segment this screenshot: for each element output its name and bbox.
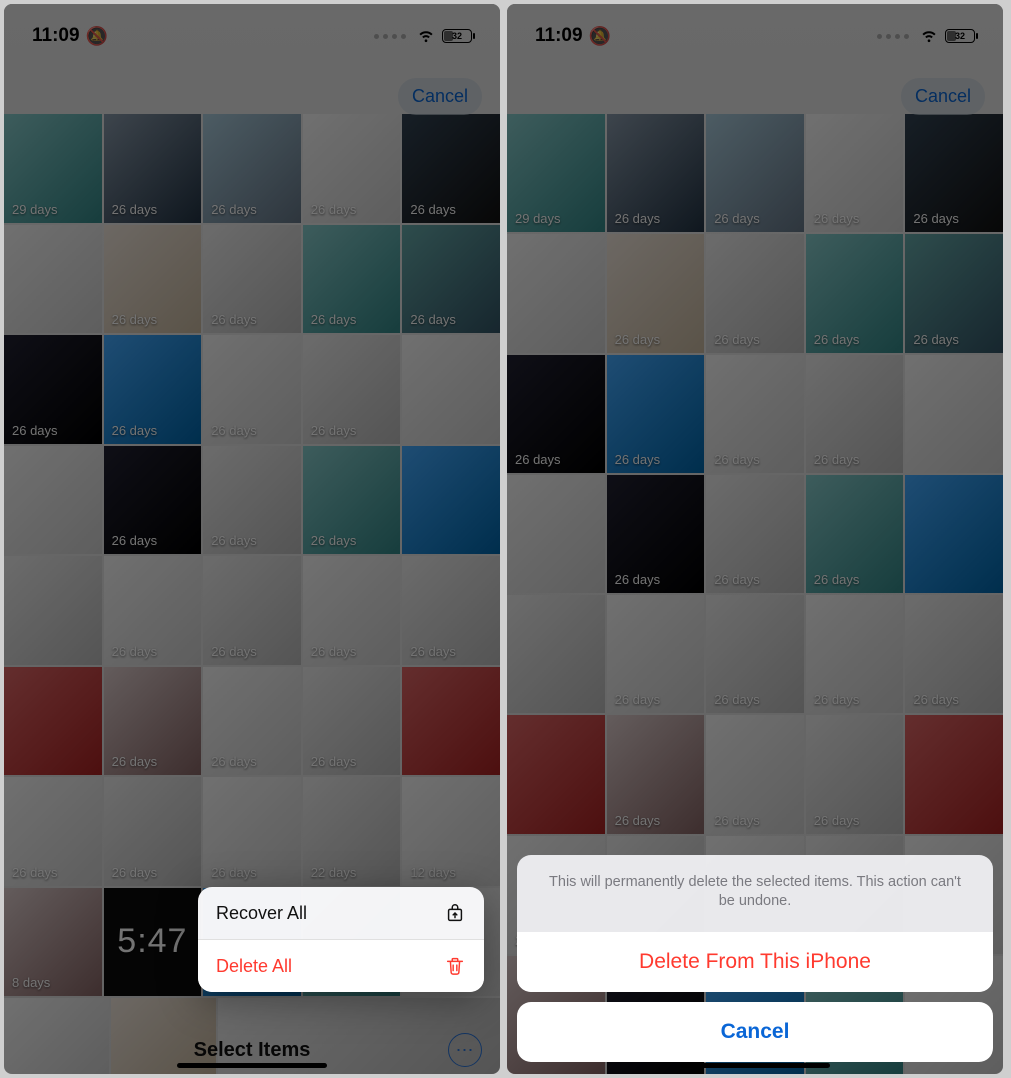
context-menu: Recover All Delete All (198, 887, 484, 992)
home-indicator[interactable] (177, 1063, 327, 1068)
phone-right: 29 days 26 days 26 days 26 days 26 days … (507, 4, 1003, 1074)
action-group: This will permanently delete the selecte… (517, 855, 993, 992)
action-sheet-cancel-button[interactable]: Cancel (517, 1002, 993, 1062)
home-indicator[interactable] (680, 1063, 830, 1068)
phone-left: 29 days 26 days 26 days 26 days 26 days … (4, 4, 500, 1074)
delete-all-item[interactable]: Delete All (198, 939, 484, 992)
action-sheet: This will permanently delete the selecte… (517, 855, 993, 1062)
screen: 29 days 26 days 26 days 26 days 26 days … (507, 4, 1003, 1074)
recover-all-item[interactable]: Recover All (198, 887, 484, 939)
menu-item-label: Recover All (216, 903, 307, 924)
recover-icon (444, 902, 466, 924)
menu-item-label: Delete All (216, 956, 292, 977)
screen: 29 days 26 days 26 days 26 days 26 days … (4, 4, 500, 1074)
trash-icon (444, 955, 466, 977)
delete-from-iphone-button[interactable]: Delete From This iPhone (517, 932, 993, 992)
action-sheet-message: This will permanently delete the selecte… (517, 855, 993, 932)
